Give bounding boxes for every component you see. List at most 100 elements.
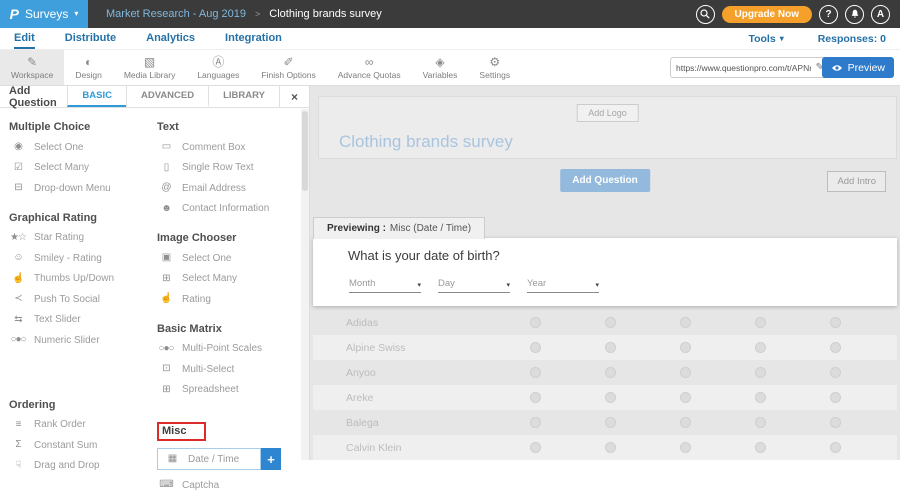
close-panel-button[interactable]: × [279, 86, 309, 107]
radio-button[interactable] [680, 392, 691, 403]
toolbar-media-library[interactable]: ▧Media Library [113, 50, 187, 85]
add-intro-button[interactable]: Add Intro [827, 171, 886, 192]
chevron-down-icon: ▾ [506, 281, 510, 289]
tab-advanced[interactable]: ADVANCED [126, 86, 208, 107]
radio-button[interactable] [755, 367, 766, 378]
nav-edit[interactable]: Edit [14, 28, 35, 49]
radio-button[interactable] [530, 392, 541, 403]
section-heading: Graphical Rating [9, 212, 151, 224]
month-select[interactable]: Month▾ [349, 278, 421, 293]
question-type-captcha[interactable]: ⌨Captcha [157, 475, 307, 496]
toolbar-languages[interactable]: ⒶLanguages [186, 50, 250, 85]
question-type-drop-down-menu[interactable]: ⊟Drop-down Menu [9, 178, 151, 199]
question-type-numeric-slider[interactable]: ○●○Numeric Slider [9, 330, 151, 351]
preview-button[interactable]: Preview [822, 57, 894, 78]
numeric-slider-icon: ○●○ [9, 335, 27, 345]
surveys-menu[interactable]: P Surveys ▾ [0, 0, 88, 28]
panel-tabs: BASICADVANCEDLIBRARY [67, 86, 279, 107]
question-type-contact-information[interactable]: ☻Contact Information [157, 199, 307, 220]
radio-button[interactable] [680, 442, 691, 453]
question-type-select-one[interactable]: ◉Select One [9, 137, 151, 158]
nav-integration[interactable]: Integration [225, 28, 282, 49]
survey-url-input[interactable] [671, 63, 816, 73]
question-type-thumbs-up-down[interactable]: ☝Thumbs Up/Down [9, 269, 151, 290]
radio-button[interactable] [830, 417, 841, 428]
toolbar-advance-quotas[interactable]: ∞Advance Quotas [327, 50, 412, 85]
radio-button[interactable] [680, 367, 691, 378]
question-type-email-address[interactable]: @Email Address [157, 178, 307, 199]
matrix-row: Anyoo [313, 360, 897, 385]
year-select[interactable]: Year▾ [527, 278, 599, 293]
help-button[interactable]: ? [819, 5, 838, 24]
radio-button[interactable] [605, 367, 616, 378]
question-type-drag-and-drop[interactable]: ☟Drag and Drop [9, 456, 151, 477]
question-type-multi-point-scales[interactable]: ○●○Multi-Point Scales [157, 339, 307, 360]
matrix-row: Balega [313, 410, 897, 435]
nav-analytics[interactable]: Analytics [146, 28, 195, 49]
panel-scrollbar[interactable] [301, 109, 309, 460]
radio-button[interactable] [530, 342, 541, 353]
tab-basic[interactable]: BASIC [67, 86, 126, 107]
scrollbar-thumb[interactable] [302, 111, 308, 191]
radio-button[interactable] [605, 442, 616, 453]
question-type-star-rating[interactable]: ★☆Star Rating [9, 228, 151, 249]
radio-button[interactable] [755, 342, 766, 353]
radio-button[interactable] [830, 317, 841, 328]
toolbar-settings[interactable]: ⚙Settings [468, 50, 521, 85]
question-type-rating[interactable]: ☝Rating [157, 289, 307, 310]
toolbar-workspace[interactable]: ✎Workspace [0, 50, 64, 85]
radio-button[interactable] [605, 392, 616, 403]
radio-button[interactable] [605, 317, 616, 328]
radio-button[interactable] [680, 317, 691, 328]
responses-count[interactable]: Responses: 0 [818, 33, 886, 45]
nav-distribute[interactable]: Distribute [65, 28, 116, 49]
day-select[interactable]: Day▾ [438, 278, 510, 293]
radio-button[interactable] [530, 442, 541, 453]
question-type-rank-order[interactable]: ≡Rank Order [9, 415, 151, 436]
radio-button[interactable] [530, 317, 541, 328]
question-type-smiley-rating[interactable]: ☺Smiley - Rating [9, 248, 151, 269]
section-heading: Basic Matrix [157, 323, 307, 335]
question-type-comment-box[interactable]: ▭Comment Box [157, 137, 307, 158]
user-avatar[interactable]: A [871, 5, 890, 24]
add-logo-button[interactable]: Add Logo [576, 104, 639, 122]
radio-button[interactable] [680, 417, 691, 428]
radio-button[interactable] [830, 367, 841, 378]
radio-button[interactable] [530, 367, 541, 378]
radio-button[interactable] [755, 442, 766, 453]
question-type-select-one[interactable]: ▣Select One [157, 248, 307, 269]
radio-button[interactable] [605, 417, 616, 428]
radio-button[interactable] [530, 417, 541, 428]
radio-button[interactable] [755, 417, 766, 428]
radio-button[interactable] [680, 342, 691, 353]
upgrade-now-button[interactable]: Upgrade Now [722, 6, 812, 23]
toolbar-variables[interactable]: ◈Variables [412, 50, 469, 85]
question-type-constant-sum[interactable]: ΣConstant Sum [9, 435, 151, 456]
question-type-select-many[interactable]: ☑Select Many [9, 158, 151, 179]
toolbar-finish-options[interactable]: ✐Finish Options [250, 50, 326, 85]
notifications-button[interactable] [845, 5, 864, 24]
radio-button[interactable] [830, 342, 841, 353]
radio-button[interactable] [830, 392, 841, 403]
question-type-multi-select[interactable]: ⊡Multi-Select [157, 359, 307, 380]
search-button[interactable] [696, 5, 715, 24]
add-date-time-button[interactable]: + [261, 448, 281, 470]
radio-button[interactable] [605, 342, 616, 353]
contact-person-icon: ☻ [157, 204, 175, 214]
add-question-button[interactable]: Add Question [560, 169, 650, 192]
tools-menu[interactable]: Tools ▾ [748, 33, 783, 45]
question-type-push-to-social[interactable]: ≺Push To Social [9, 289, 151, 310]
breadcrumb-parent[interactable]: Market Research - Aug 2019 [106, 8, 246, 20]
question-type-text-slider[interactable]: ⇆Text Slider [9, 310, 151, 331]
question-type-date-time[interactable]: ▦Date / Time [157, 448, 261, 470]
toolbar-design[interactable]: ◐Design [64, 50, 112, 85]
tab-library[interactable]: LIBRARY [208, 86, 279, 107]
question-type-select-many[interactable]: ⊞Select Many [157, 269, 307, 290]
radio-button[interactable] [755, 392, 766, 403]
radio-button[interactable] [830, 442, 841, 453]
section-ordering: Ordering≡Rank OrderΣConstant Sum☟Drag an… [9, 399, 151, 477]
radio-button[interactable] [755, 317, 766, 328]
matrix-row-label: Balega [313, 417, 498, 429]
question-type-spreadsheet[interactable]: ⊞Spreadsheet [157, 380, 307, 401]
question-type-single-row-text[interactable]: ▯Single Row Text [157, 158, 307, 179]
